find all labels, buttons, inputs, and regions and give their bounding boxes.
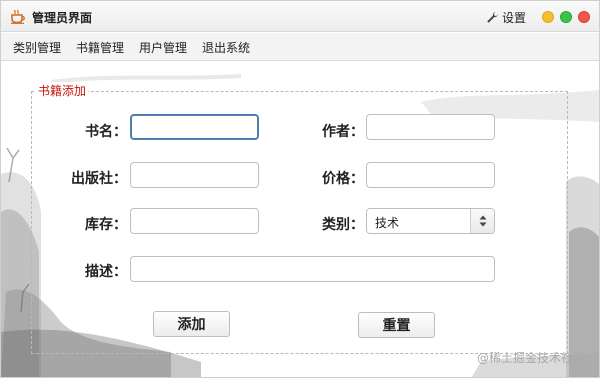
author-input[interactable] — [366, 114, 495, 140]
maximize-button[interactable] — [560, 11, 572, 23]
minimize-button[interactable] — [542, 11, 554, 23]
content-area: 书籍添加 书名： 作者： 出版社： 价格： 库存： 类别： 技术 描述： 添加 … — [1, 62, 599, 377]
window-title: 管理员界面 — [32, 11, 93, 25]
description-label: 描述： — [85, 264, 127, 280]
app-window: 管理员界面 设置 类别管理 书籍管理 用户管理 退出系统 书籍添加 书名： 作者… — [0, 0, 600, 378]
settings-button[interactable]: 设置 — [486, 8, 526, 26]
close-button[interactable] — [578, 11, 590, 23]
menu-item-book-management[interactable]: 书籍管理 — [76, 39, 124, 56]
menu-item-user-management[interactable]: 用户管理 — [139, 39, 187, 56]
author-label: 作者： — [322, 124, 364, 140]
menu-item-category-management[interactable]: 类别管理 — [13, 39, 61, 56]
category-label: 类别： — [322, 217, 364, 233]
group-title: 书籍添加 — [36, 82, 89, 99]
publisher-label: 出版社： — [71, 171, 127, 187]
price-label: 价格： — [322, 171, 364, 187]
publisher-input[interactable] — [130, 162, 259, 188]
menu-item-exit-system[interactable]: 退出系统 — [202, 39, 250, 56]
category-select[interactable]: 技术 — [366, 208, 495, 234]
book-name-input[interactable] — [130, 114, 259, 140]
stock-label: 库存： — [85, 217, 127, 233]
add-button[interactable]: 添加 — [153, 311, 230, 337]
watermark: @稀土掘金技术社区 — [477, 351, 586, 365]
settings-label: 设置 — [502, 10, 527, 25]
description-input[interactable] — [130, 256, 495, 282]
reset-button[interactable]: 重置 — [358, 312, 435, 338]
menu-bar: 类别管理 书籍管理 用户管理 退出系统 — [1, 33, 599, 61]
book-name-label: 书名： — [85, 124, 127, 140]
coffee-cup-icon — [11, 9, 25, 24]
price-input[interactable] — [366, 162, 495, 188]
select-arrow-button[interactable] — [470, 209, 494, 233]
title-bar: 管理员界面 设置 — [1, 1, 599, 32]
category-selected-value: 技术 — [375, 216, 400, 230]
up-down-arrows-icon — [479, 215, 487, 227]
wrench-icon — [487, 11, 498, 23]
stock-input[interactable] — [130, 208, 259, 234]
